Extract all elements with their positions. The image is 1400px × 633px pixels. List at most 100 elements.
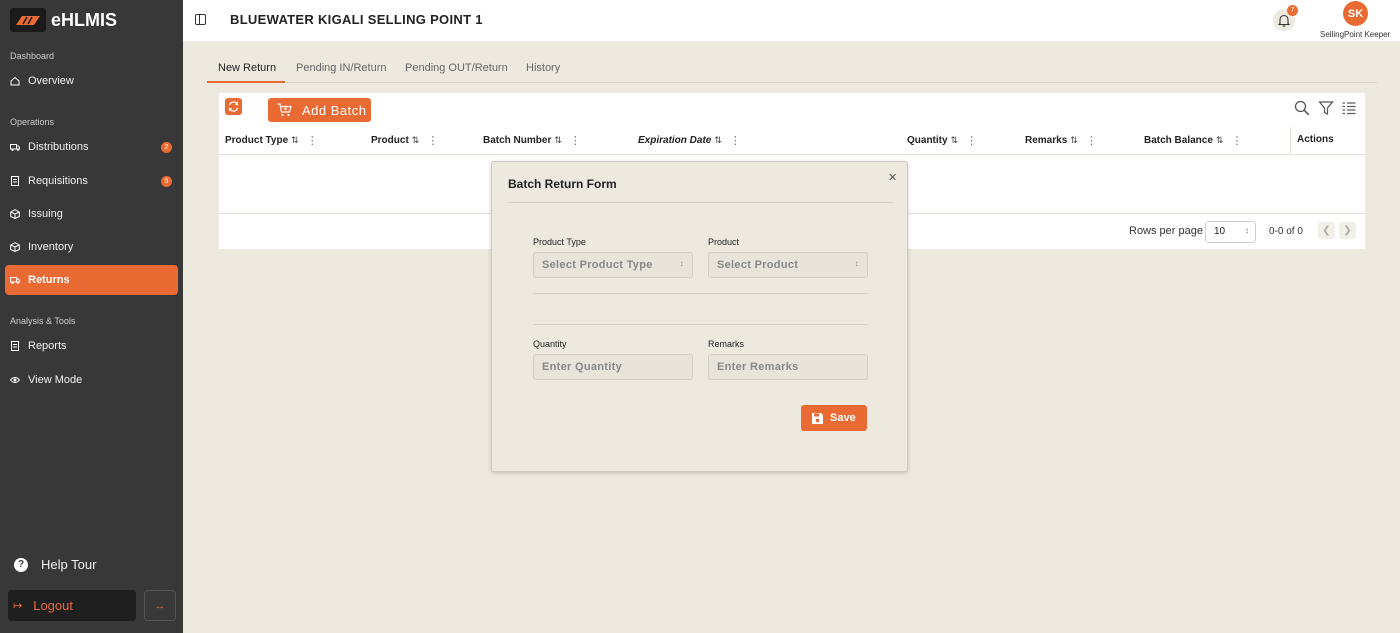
save-button[interactable]: Save	[801, 405, 867, 431]
tab-history[interactable]: History	[526, 62, 560, 74]
search-icon	[1294, 100, 1310, 116]
sort-icon[interactable]: ⇅	[291, 135, 299, 146]
count-badge: 2	[161, 141, 172, 153]
sidebar-item-label: Overview	[28, 75, 74, 87]
sidebar-toggle-icon[interactable]	[195, 14, 206, 25]
column-menu-icon[interactable]: ⋮	[570, 134, 581, 147]
save-label: Save	[830, 412, 856, 424]
document-icon	[10, 176, 20, 186]
truck-return-icon	[10, 275, 20, 285]
sidebar-item-label: Returns	[28, 274, 70, 286]
column-header-product-type[interactable]: Product Type ⇅ ⋮	[225, 134, 318, 147]
language-button[interactable]: ↔	[144, 590, 176, 621]
column-header-quantity[interactable]: Quantity ⇅ ⋮	[907, 134, 977, 147]
close-icon[interactable]: ✕	[888, 171, 897, 184]
next-page-button[interactable]: ❯	[1339, 222, 1356, 239]
sidebar-item-overview[interactable]: Overview	[5, 66, 178, 96]
sidebar-item-issuing[interactable]: Issuing	[5, 199, 178, 229]
product-label: Product	[708, 237, 740, 247]
column-label: Remarks	[1025, 135, 1068, 146]
tab-pending-in-return[interactable]: Pending IN/Return	[296, 62, 387, 74]
column-label: Batch Number	[483, 135, 552, 146]
sidebar-item-inventory[interactable]: Inventory	[5, 232, 178, 262]
sidebar-item-label: Issuing	[28, 208, 63, 220]
active-tab-indicator	[207, 81, 285, 83]
package-icon	[10, 209, 20, 219]
previous-page-button[interactable]: ❮	[1318, 222, 1335, 239]
sidebar-item-view-mode[interactable]: View Mode	[5, 365, 178, 395]
brand[interactable]: eHLMIS	[10, 7, 117, 33]
refresh-icon	[228, 101, 239, 112]
home-icon	[10, 76, 20, 86]
logo-icon	[10, 8, 46, 32]
column-menu-icon[interactable]: ⋮	[966, 134, 977, 147]
sidebar-item-distributions[interactable]: Distributions 2	[5, 132, 178, 162]
sort-icon[interactable]: ⇅	[1216, 135, 1224, 146]
column-menu-icon[interactable]: ⋮	[307, 134, 318, 147]
sort-icon[interactable]: ⇅	[1070, 135, 1078, 146]
filter-icon	[1318, 101, 1334, 115]
brand-name: eHLMIS	[51, 9, 118, 30]
column-header-batch-balance[interactable]: Batch Balance ⇅ ⋮	[1144, 134, 1242, 147]
product-select[interactable]: Select Product ↕	[708, 252, 868, 278]
sidebar-item-reports[interactable]: Reports	[5, 331, 178, 361]
user-role: SellingPoint Keeper	[1320, 30, 1391, 39]
sort-icon[interactable]: ⇅	[412, 135, 420, 146]
help-tour-button[interactable]: ? Help Tour	[14, 557, 96, 572]
sort-icon[interactable]: ⇅	[554, 135, 562, 146]
column-label: Product	[371, 135, 409, 146]
sidebar-item-returns[interactable]: Returns	[5, 265, 178, 295]
columns-button[interactable]	[1341, 100, 1357, 116]
sort-icon[interactable]: ⇅	[951, 135, 959, 146]
product-type-placeholder: Select Product Type	[542, 259, 653, 271]
refresh-button[interactable]	[225, 98, 242, 115]
tab-pending-out-return[interactable]: Pending OUT/Return	[405, 62, 508, 74]
remarks-placeholder: Enter Remarks	[717, 361, 799, 373]
remarks-input[interactable]: Enter Remarks	[708, 354, 868, 380]
report-icon	[10, 341, 20, 351]
page-title: BLUEWATER KIGALI SELLING POINT 1	[230, 12, 483, 27]
pagination-range: 0-0 of 0	[1269, 226, 1303, 237]
divider	[533, 293, 868, 294]
column-header-actions: Actions	[1290, 127, 1365, 155]
column-header-expiration-date[interactable]: Expiration Date ⇅ ⋮	[638, 134, 741, 147]
select-arrows-icon: ↕	[679, 259, 684, 268]
column-label: Product Type	[225, 135, 289, 146]
tab-new-return[interactable]: New Return	[218, 62, 276, 74]
help-tour-label: Help Tour	[41, 557, 97, 572]
box-icon	[10, 242, 20, 252]
column-header-remarks[interactable]: Remarks ⇅ ⋮	[1025, 134, 1097, 147]
product-type-select[interactable]: Select Product Type ↕	[533, 252, 693, 278]
help-icon: ?	[14, 557, 28, 572]
logout-button[interactable]: ↦ Logout	[8, 590, 136, 621]
column-header-product[interactable]: Product ⇅ ⋮	[371, 134, 438, 147]
column-menu-icon[interactable]: ⋮	[730, 134, 741, 147]
section-label-operations: Operations	[10, 117, 55, 127]
sidebar: eHLMIS Dashboard Overview Operations Dis…	[0, 0, 183, 633]
rows-per-page-label: Rows per page	[1129, 225, 1203, 237]
rows-per-page-select[interactable]: 10 ↕	[1205, 221, 1256, 243]
tab-bar: New Return Pending IN/Return Pending OUT…	[207, 57, 1377, 83]
sort-icon[interactable]: ⇅	[714, 135, 722, 146]
filter-button[interactable]	[1318, 100, 1334, 116]
quantity-label: Quantity	[533, 339, 567, 349]
quantity-placeholder: Enter Quantity	[542, 361, 622, 373]
column-label: Expiration Date	[638, 135, 712, 146]
sidebar-item-requisitions[interactable]: Requisitions 5	[5, 166, 178, 196]
avatar[interactable]: SK	[1343, 1, 1368, 26]
sidebar-item-label: Distributions	[28, 141, 89, 153]
column-menu-icon[interactable]: ⋮	[427, 134, 438, 147]
add-batch-button[interactable]: Add Batch	[268, 98, 371, 122]
top-header: BLUEWATER KIGALI SELLING POINT 1 7 SK Se…	[183, 0, 1400, 41]
add-batch-label: Add Batch	[302, 102, 367, 118]
modal-title: Batch Return Form	[508, 177, 617, 191]
column-label: Actions	[1297, 134, 1334, 145]
column-menu-icon[interactable]: ⋮	[1086, 134, 1097, 147]
sidebar-item-label: Requisitions	[28, 175, 88, 187]
column-menu-icon[interactable]: ⋮	[1231, 134, 1242, 147]
search-button[interactable]	[1294, 100, 1310, 116]
sidebar-item-label: View Mode	[28, 374, 83, 386]
column-header-batch-number[interactable]: Batch Number ⇅ ⋮	[483, 134, 581, 147]
quantity-input[interactable]: Enter Quantity	[533, 354, 693, 380]
remarks-label: Remarks	[708, 339, 745, 349]
